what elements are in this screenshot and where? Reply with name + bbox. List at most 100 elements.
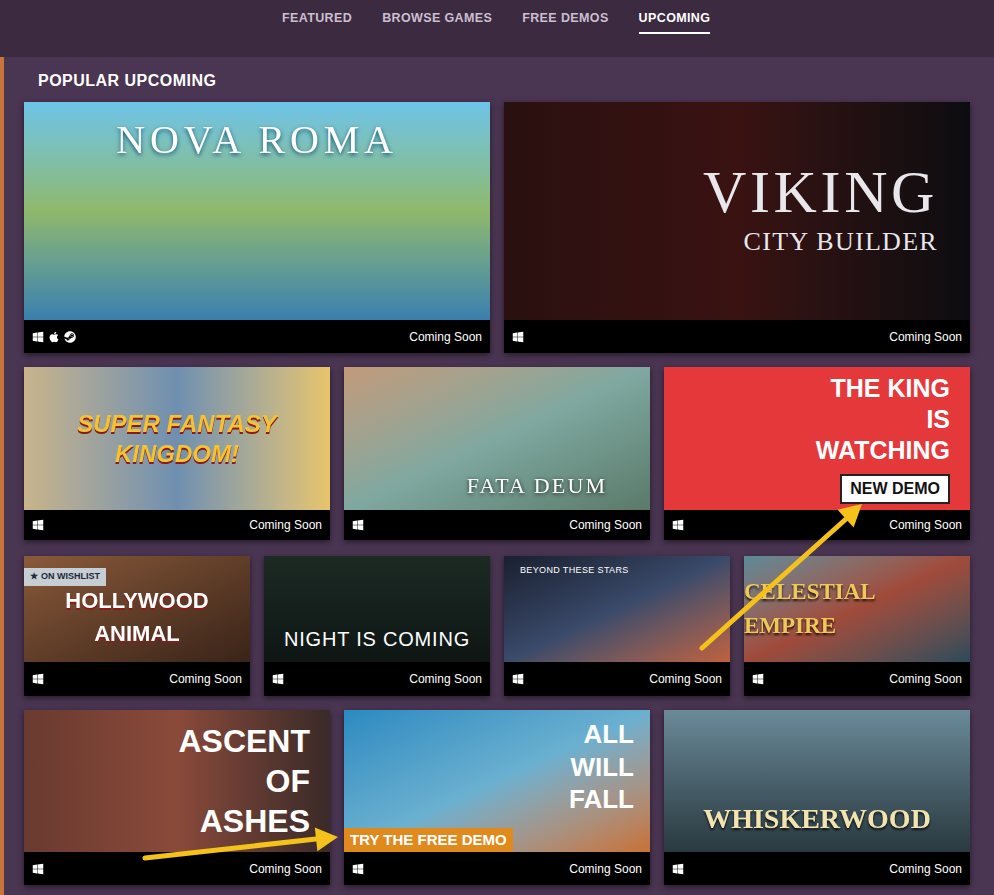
demo-badge: TRY THE FREE DEMO <box>344 828 513 853</box>
release-status: Coming Soon <box>889 328 962 346</box>
nav-bar: FEATURED BROWSE GAMES FREE DEMOS UPCOMING <box>0 0 994 57</box>
game-title: NIGHT IS COMING <box>284 624 470 654</box>
release-status: Coming Soon <box>889 670 962 688</box>
release-status: Coming Soon <box>889 516 962 534</box>
arrow-icon <box>702 504 862 648</box>
game-capsule: CELESTIAL EMPIRE <box>744 556 970 662</box>
game-capsule: BEYOND THESE STARS <box>504 556 730 662</box>
game-title: ALL WILL FALL <box>544 718 634 816</box>
release-status: Coming Soon <box>249 860 322 878</box>
card-footer: Coming Soon <box>744 662 970 696</box>
nav-tab[interactable]: FREE DEMOS <box>522 9 608 34</box>
card-footer: Coming Soon <box>664 510 970 540</box>
platform-list <box>352 863 364 875</box>
game-card[interactable]: WHISKERWOOD Coming Soon <box>664 710 970 885</box>
game-title: FATA DEUM <box>467 469 607 502</box>
game-capsule: ★ON WISHLISTHOLLYWOOD ANIMAL <box>24 556 250 662</box>
windows-icon <box>672 863 684 875</box>
annotation-arrows <box>0 0 994 895</box>
game-card[interactable]: ALL WILL FALL TRY THE FREE DEMO Coming Soo… <box>344 710 650 885</box>
release-status: Coming Soon <box>569 860 642 878</box>
nav-tab[interactable]: BROWSE GAMES <box>382 9 492 34</box>
windows-icon <box>352 519 364 531</box>
windows-icon <box>32 519 44 531</box>
game-title: VIKING <box>703 162 938 222</box>
store-page: FEATUREDBROWSE GAMESFREE DEMOSUPCOMINGPO… <box>0 0 994 895</box>
game-card[interactable]: NIGHT IS COMING Coming Soon <box>264 556 490 696</box>
card-row: SUPER FANTASY KINGDOM!Coming SoonFATA DE… <box>24 367 970 540</box>
steam-icon <box>64 331 76 343</box>
release-status: Coming Soon <box>889 860 962 878</box>
windows-icon <box>512 331 524 343</box>
game-capsule: WHISKERWOOD <box>664 710 970 852</box>
card-footer: Coming Soon <box>344 852 650 885</box>
star-icon: ★ <box>30 570 38 584</box>
card-footer: Coming Soon <box>24 662 250 696</box>
card-footer: Coming Soon <box>664 852 970 885</box>
arrow-icon <box>145 828 338 859</box>
windows-icon <box>672 519 684 531</box>
game-capsule: FATA DEUM <box>344 367 650 510</box>
platform-list <box>32 331 76 343</box>
game-title: CELESTIAL EMPIRE <box>744 575 970 644</box>
card-footer: Coming Soon <box>504 662 730 696</box>
game-card[interactable]: THE KING IS WATCHINGNEW DEMO Coming Soon <box>664 367 970 540</box>
windows-icon <box>352 863 364 875</box>
platform-list <box>32 863 44 875</box>
platform-list <box>512 673 524 685</box>
card-row: ★ON WISHLISTHOLLYWOOD ANIMALComing SoonN… <box>24 556 970 696</box>
card-footer: Coming Soon <box>24 510 330 540</box>
wishlist-badge: ★ON WISHLIST <box>24 568 106 586</box>
game-title: WHISKERWOOD <box>703 798 931 840</box>
game-subtitle: CITY BUILDER <box>744 222 938 261</box>
game-capsule: ASCENT OF ASHES <box>24 710 330 852</box>
windows-icon <box>752 673 764 685</box>
platform-list <box>272 673 284 685</box>
platform-list <box>512 331 524 343</box>
game-title: BEYOND THESE STARS <box>520 564 629 578</box>
game-capsule: NOVA ROMA <box>24 102 490 320</box>
release-status: Coming Soon <box>409 328 482 346</box>
release-status: Coming Soon <box>569 516 642 534</box>
game-capsule: VIKINGCITY BUILDER <box>504 102 970 320</box>
game-card[interactable]: SUPER FANTASY KINGDOM!Coming Soon <box>24 367 330 540</box>
game-card[interactable]: CELESTIAL EMPIRE Coming Soon <box>744 556 970 696</box>
game-capsule: ALL WILL FALL TRY THE FREE DEMO <box>344 710 650 852</box>
card-footer: Coming Soon <box>344 510 650 540</box>
windows-icon <box>32 863 44 875</box>
platform-list <box>352 519 364 531</box>
windows-icon <box>32 331 44 343</box>
nav-tab[interactable]: FEATURED <box>282 9 352 34</box>
card-row: NOVA ROMA Coming Soon VIKINGCITY BUILDER Co… <box>24 102 970 353</box>
game-card[interactable]: VIKINGCITY BUILDER Coming Soon <box>504 102 970 353</box>
card-row: ASCENT OF ASHES Coming Soon ALL WILL FALL T… <box>24 710 970 885</box>
platform-list <box>32 519 44 531</box>
game-card[interactable]: ASCENT OF ASHES Coming Soon <box>24 710 330 885</box>
windows-icon <box>512 673 524 685</box>
card-footer: Coming Soon <box>264 662 490 696</box>
game-card[interactable]: ★ON WISHLISTHOLLYWOOD ANIMAL Coming Soon <box>24 556 250 696</box>
windows-icon <box>32 673 44 685</box>
release-status: Coming Soon <box>409 670 482 688</box>
game-card[interactable]: NOVA ROMA Coming Soon <box>24 102 490 353</box>
release-status: Coming Soon <box>169 670 242 688</box>
windows-icon <box>272 673 284 685</box>
card-footer: Coming Soon <box>24 320 490 353</box>
nav-tab[interactable]: UPCOMING <box>639 9 711 34</box>
content-panel: POPULAR UPCOMINGNOVA ROMAComing SoonVIKI… <box>0 57 994 895</box>
game-title: NOVA ROMA <box>116 110 397 170</box>
game-card[interactable]: FATA DEUM Coming Soon <box>344 367 650 540</box>
release-status: Coming Soon <box>649 670 722 688</box>
game-capsule: THE KING IS WATCHINGNEW DEMO <box>664 367 970 510</box>
game-capsule: SUPER FANTASY KINGDOM! <box>24 367 330 510</box>
game-title: ASCENT OF ASHES <box>160 721 310 841</box>
platform-list <box>32 673 44 685</box>
apple-icon <box>48 331 60 343</box>
game-title: HOLLYWOOD ANIMAL <box>36 584 238 650</box>
game-title: THE KING IS WATCHING <box>810 373 950 467</box>
platform-list <box>752 673 764 685</box>
game-card[interactable]: BEYOND THESE STARS Coming Soon <box>504 556 730 696</box>
game-capsule: NIGHT IS COMING <box>264 556 490 662</box>
card-footer: Coming Soon <box>504 320 970 353</box>
platform-list <box>672 519 684 531</box>
